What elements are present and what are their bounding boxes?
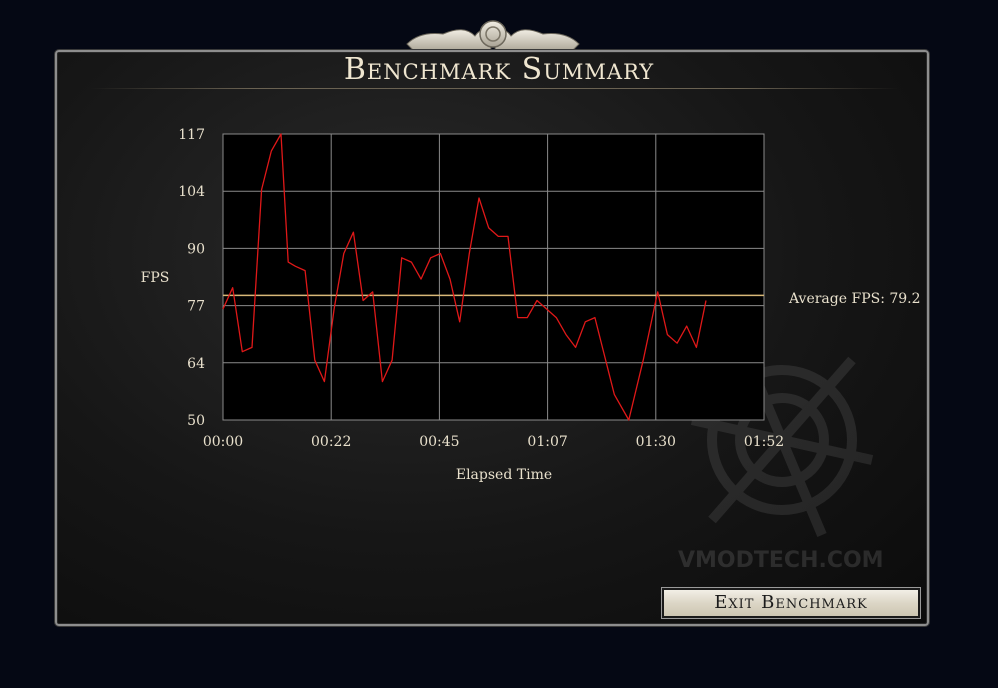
y-tick-label: 104 [178,184,205,200]
exit-benchmark-button[interactable]: Exit Benchmark [661,587,921,619]
y-axis-ticks: 117 104 90 77 64 50 [178,127,205,429]
plot-area [222,133,765,421]
fps-line-chart: 117 104 90 77 64 50 00:00 00:22 00:45 01:07 01:30… [141,127,921,483]
y-tick-label: 77 [187,299,205,315]
x-axis-ticks: 00:00 00:22 00:45 01:07 01:30 01:52 [203,434,784,450]
x-tick-label: 01:52 [744,434,784,450]
average-fps-label: Average FPS: 79.2 [788,291,921,307]
x-tick-label: 01:30 [636,434,676,450]
y-axis-label: FPS [141,270,170,286]
y-tick-label: 117 [178,127,205,143]
x-tick-label: 00:22 [311,434,351,450]
y-tick-label: 90 [187,241,205,257]
x-axis-label: Elapsed Time [456,467,552,483]
x-tick-label: 01:07 [527,434,567,450]
y-tick-label: 64 [187,356,205,372]
x-tick-label: 00:45 [419,434,459,450]
y-tick-label: 50 [187,413,205,429]
x-tick-label: 00:00 [203,434,243,450]
